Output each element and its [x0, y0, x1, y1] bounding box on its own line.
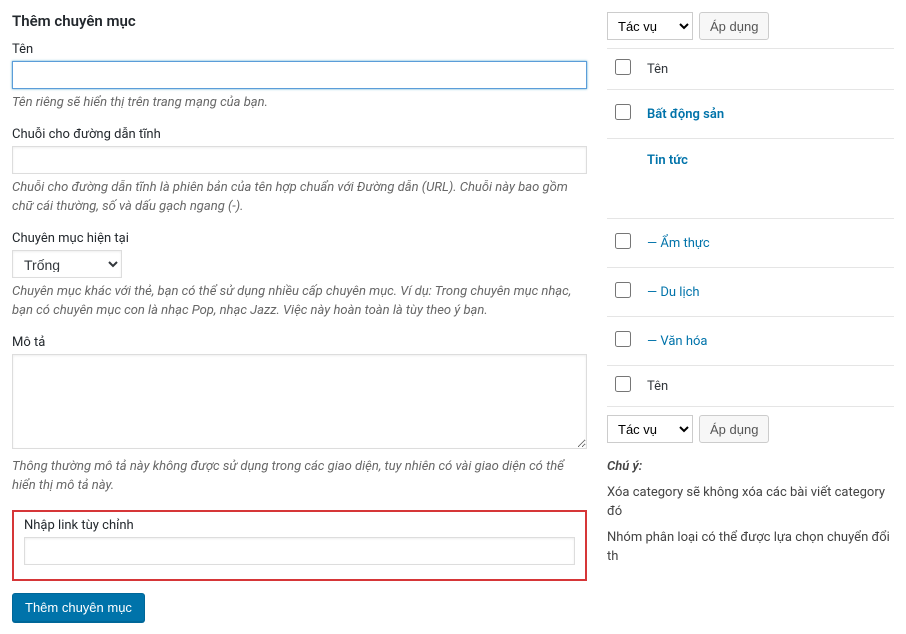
name-input[interactable] [12, 61, 587, 89]
category-link[interactable]: — Văn hóa [647, 334, 707, 349]
slug-label: Chuỗi cho đường dẫn tĩnh [12, 127, 587, 142]
category-link[interactable]: Tin tức [647, 153, 688, 168]
row-checkbox[interactable] [615, 104, 631, 120]
apply-button-bottom[interactable]: Áp dụng [699, 415, 769, 443]
parent-label: Chuyên mục hiện tại [12, 231, 587, 246]
customlink-label: Nhập link tùy chỉnh [24, 518, 575, 533]
table-row: Tin tức [607, 139, 894, 219]
description-description: Thông thường mô tả này không được sử dụn… [12, 457, 587, 496]
slug-input[interactable] [12, 146, 587, 174]
apply-button-top[interactable]: Áp dụng [699, 12, 769, 40]
table-row: — Văn hóa [607, 317, 894, 366]
row-checkbox[interactable] [615, 233, 631, 249]
select-all-bottom[interactable] [615, 376, 631, 392]
column-header-name[interactable]: Tên [639, 49, 894, 90]
parent-description: Chuyên mục khác với thẻ, bạn có thể sử d… [12, 282, 587, 321]
category-link[interactable]: — Ẩm thực [647, 236, 710, 251]
description-textarea[interactable] [12, 354, 587, 449]
submit-button[interactable]: Thêm chuyên mục [12, 593, 145, 622]
column-footer-name[interactable]: Tên [639, 366, 894, 407]
row-checkbox[interactable] [615, 282, 631, 298]
bulk-action-select-bottom[interactable]: Tác vụ [607, 415, 693, 443]
select-all-top[interactable] [615, 59, 631, 75]
category-link[interactable]: Bất động sản [647, 107, 724, 122]
bulk-action-select-top[interactable]: Tác vụ [607, 12, 693, 40]
category-link[interactable]: — Du lịch [647, 285, 700, 300]
name-description: Tên riêng sẽ hiển thị trên trang mạng củ… [12, 93, 587, 113]
description-label: Mô tả [12, 335, 587, 350]
slug-description: Chuỗi cho đường dẫn tĩnh là phiên bản củ… [12, 178, 587, 217]
page-heading: Thêm chuyên mục [12, 12, 587, 30]
name-label: Tên [12, 42, 587, 57]
custom-link-box: Nhập link tùy chỉnh [12, 510, 587, 581]
table-row: — Du lịch [607, 268, 894, 317]
note-line2: Nhóm phân loại có thể được lựa chọn chuy… [607, 528, 894, 567]
table-row: — Ẩm thực [607, 219, 894, 268]
customlink-input[interactable] [24, 537, 575, 565]
table-row: Bất động sản [607, 90, 894, 139]
parent-select[interactable]: Trống [12, 250, 122, 278]
note-block: Chú ý: Xóa category sẽ không xóa các bài… [607, 457, 894, 567]
note-title: Chú ý: [607, 459, 642, 474]
note-line1: Xóa category sẽ không xóa các bài viết c… [607, 483, 894, 522]
row-checkbox[interactable] [615, 331, 631, 347]
